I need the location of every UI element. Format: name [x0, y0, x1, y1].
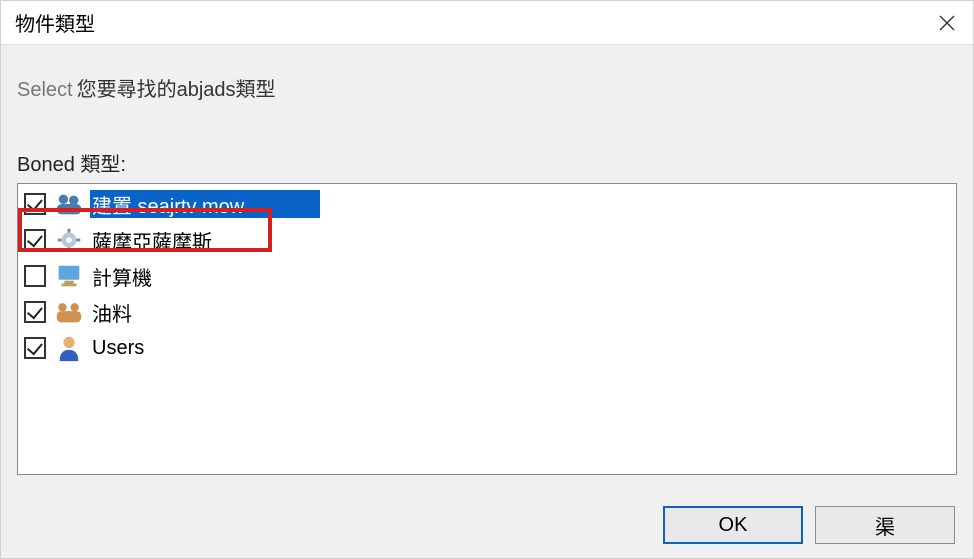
- object-types-dialog: 物件類型 Select您要尋找的abjads類型 Boned 類型: 建置 se…: [0, 0, 974, 559]
- people-pair-icon: [54, 190, 84, 218]
- item-label: 建置 seajrtv mow: [92, 190, 244, 219]
- user-icon: [54, 334, 84, 362]
- instruction-text: Select您要尋找的abjads類型: [17, 73, 957, 102]
- object-types-listbox[interactable]: 建置 seajrtv mow 薩摩亞薩摩斯 計算機: [17, 183, 957, 475]
- dialog-title: 物件類型: [15, 8, 95, 37]
- ok-button[interactable]: OK: [663, 506, 803, 544]
- checkbox[interactable]: [24, 229, 46, 251]
- checkbox[interactable]: [24, 193, 46, 215]
- monitor-icon: [54, 262, 84, 290]
- dialog-content: Select您要尋找的abjads類型 Boned 類型: 建置 seajrtv…: [1, 45, 973, 475]
- dialog-buttons: OK 渠: [663, 506, 955, 544]
- list-item[interactable]: 建置 seajrtv mow: [18, 186, 956, 222]
- item-label: 油料: [92, 298, 132, 327]
- group-icon: [54, 298, 84, 326]
- titlebar: 物件類型: [1, 1, 973, 45]
- list-item[interactable]: 油料: [18, 294, 956, 330]
- checkbox[interactable]: [24, 265, 46, 287]
- item-label: Users: [92, 337, 144, 360]
- close-icon: [939, 15, 955, 31]
- close-button[interactable]: [921, 1, 973, 45]
- instruction-rest: 您要尋找的abjads類型: [77, 79, 276, 101]
- checkbox[interactable]: [24, 301, 46, 323]
- item-label: 薩摩亞薩摩斯: [92, 226, 212, 255]
- item-label: 計算機: [92, 262, 152, 291]
- list-label: Boned 類型:: [17, 148, 957, 177]
- list-item[interactable]: 薩摩亞薩摩斯: [18, 222, 956, 258]
- cancel-button-label: 渠: [875, 511, 895, 540]
- ok-button-label: OK: [719, 514, 748, 537]
- checkbox[interactable]: [24, 337, 46, 359]
- list-item[interactable]: Users: [18, 330, 956, 366]
- gear-icon: [54, 226, 84, 254]
- select-label: Select: [17, 79, 73, 101]
- list-item[interactable]: 計算機: [18, 258, 956, 294]
- cancel-button[interactable]: 渠: [815, 506, 955, 544]
